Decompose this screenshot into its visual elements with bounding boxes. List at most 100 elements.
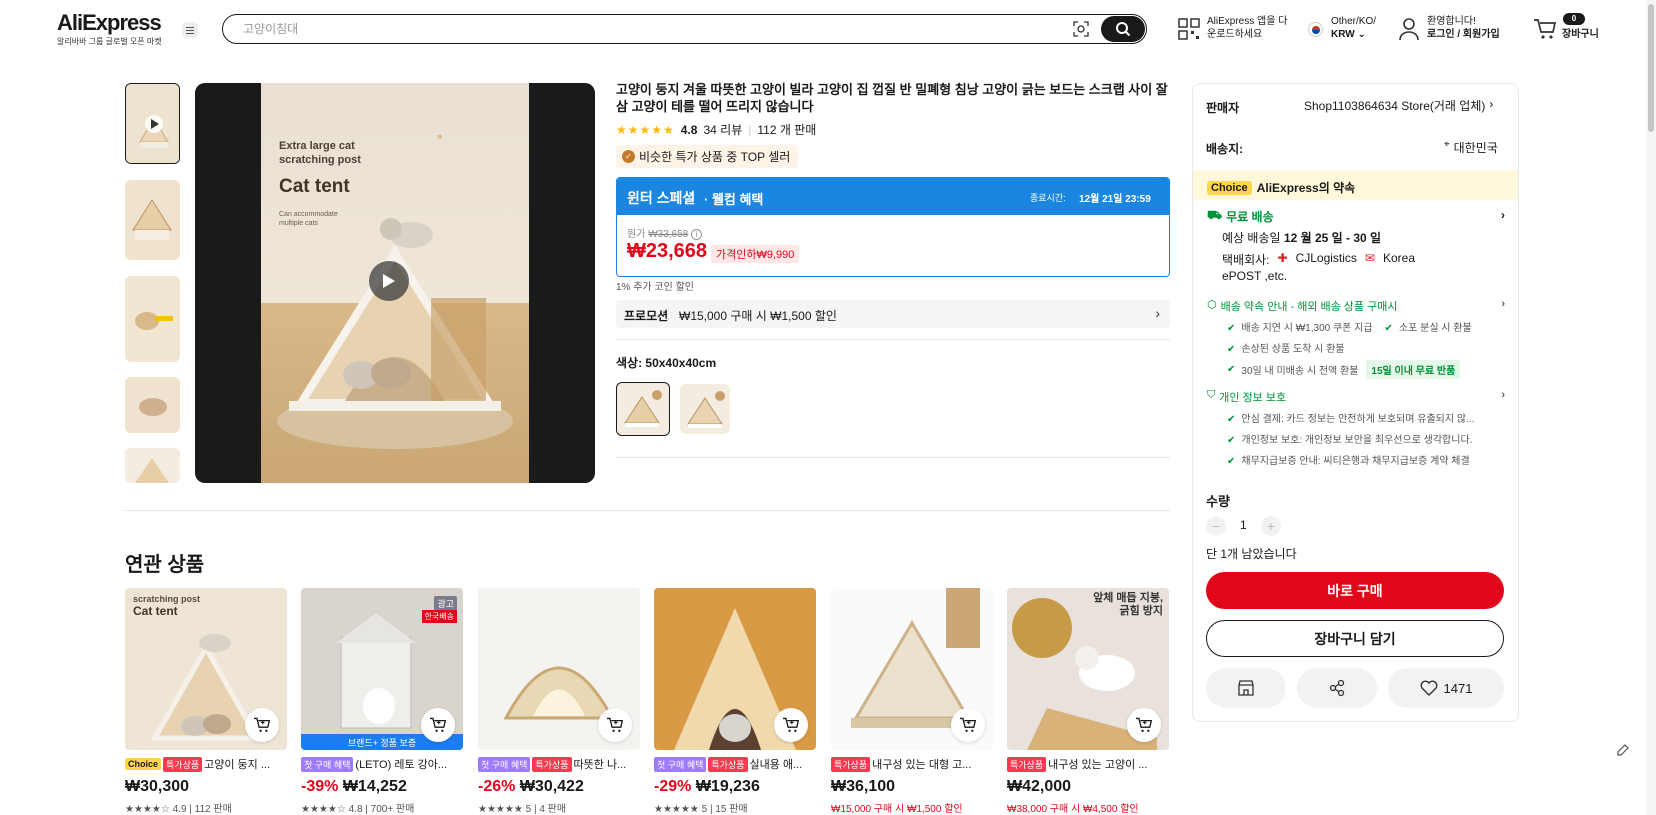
quick-add-cart-button[interactable] bbox=[774, 708, 808, 742]
cat-tent-thumbnail-image bbox=[126, 84, 179, 163]
product-tag: 특가상품 bbox=[163, 756, 203, 772]
product-tag: 특가상품 bbox=[1007, 756, 1047, 772]
add-to-cart-button[interactable]: 장바구니 담기 bbox=[1206, 620, 1504, 657]
top-seller-badge: ✓ 비슷한 특가 상품 중 TOP 셀러 bbox=[616, 145, 799, 168]
quick-add-cart-button[interactable] bbox=[421, 708, 455, 742]
ship-to-label: 배송지: bbox=[1206, 142, 1244, 156]
free-return-badge: 15일 이내 무료 반품 bbox=[1366, 360, 1461, 379]
seller-link[interactable]: Shop1103864634 Store(거래 업체) › bbox=[1304, 97, 1493, 114]
gallery-thumbnail[interactable] bbox=[125, 448, 180, 483]
info-icon[interactable]: i bbox=[691, 229, 702, 240]
edit-pencil-icon[interactable] bbox=[1615, 742, 1631, 758]
privacy-item: ✔ 개인정보 보호: 개인정보 보안을 최우선으로 생각합니다. bbox=[1227, 435, 1473, 446]
ship-destination[interactable]: ⌖ 대한민국 bbox=[1444, 139, 1498, 156]
original-price: ₩33,658 bbox=[648, 229, 689, 240]
product-image[interactable] bbox=[654, 588, 816, 750]
menu-icon[interactable] bbox=[182, 22, 198, 38]
image-search-icon[interactable] bbox=[1072, 20, 1090, 38]
product-tag: Choice bbox=[125, 758, 162, 770]
quantity-label: 수량 bbox=[1206, 494, 1230, 509]
product-title: 고양이 둥지 겨울 따뜻한 고양이 빌라 고양이 집 껍질 반 밀폐형 침낭 고… bbox=[616, 82, 1168, 114]
product-name[interactable]: 첫 구매 혜택 특가상품 따뜻한 나... bbox=[478, 756, 640, 772]
product-name[interactable]: 첫 구매 혜택 특가상품 실내용 애... bbox=[654, 756, 816, 772]
gallery-thumbnail[interactable] bbox=[125, 377, 180, 433]
free-shipping-row[interactable]: ⛟ 무료 배송 › bbox=[1207, 208, 1505, 225]
region-currency-selector[interactable]: Other/KO/ KRW ⌄ bbox=[1331, 15, 1376, 41]
gallery-thumbnail-video[interactable] bbox=[125, 83, 180, 164]
related-product-card[interactable]: scratching post Cat tent Choice 특가상품 고양이 둥지 … bbox=[125, 588, 287, 815]
account-link[interactable]: 환영합니다! 로그인 / 회원가입 bbox=[1427, 15, 1500, 41]
share-button[interactable] bbox=[1297, 668, 1377, 708]
share-icon bbox=[1329, 679, 1345, 697]
product-name[interactable]: 특가상품 내구성 있는 고양이 ... bbox=[1007, 756, 1169, 772]
related-product-card[interactable]: 특가상품 내구성 있는 대형 고... ₩36,100 ₩15,000 구매 시 ₩… bbox=[831, 588, 993, 815]
sold-count: 112 개 판매 bbox=[757, 123, 817, 137]
cart-icon[interactable] bbox=[1533, 18, 1557, 40]
poster-arrow-icon: » bbox=[437, 131, 443, 141]
product-name[interactable]: 특가상품 내구성 있는 대형 고... bbox=[831, 756, 993, 772]
product-image[interactable]: 광고 한국배송 브랜드+ 정품 보증 bbox=[301, 588, 463, 750]
color-option[interactable] bbox=[680, 384, 730, 434]
product-image[interactable]: scratching post Cat tent bbox=[125, 588, 287, 750]
product-image[interactable] bbox=[831, 588, 993, 750]
related-product-card[interactable]: 첫 구매 혜택 특가상품 실내용 애... -29% ₩19,236 ★★★★★ 5 |… bbox=[654, 588, 816, 815]
main-product-video[interactable]: Extra large cat scratching post Cat tent… bbox=[195, 83, 595, 483]
cart-label[interactable]: 장바구니 bbox=[1562, 28, 1599, 41]
quantity-increase-button[interactable]: + bbox=[1261, 516, 1281, 536]
shield-icon: ⛉ bbox=[1207, 389, 1216, 401]
site-header: AliExpress 알리바바 그룹 글로벌 오픈 마켓 고양이침대 AliEx… bbox=[0, 0, 1640, 60]
delivery-promise-row[interactable]: ⬡ 배송 약속 안내 - 해외 배송 상품 구매시 › bbox=[1207, 298, 1505, 314]
gallery-thumbnail[interactable] bbox=[125, 180, 180, 260]
coupon-row[interactable]: 프로모션 ₩15,000 구매 시 ₩1,500 할인 › bbox=[616, 300, 1170, 328]
product-rating-meta: ★★★★☆ 4.9 | 112 판매 bbox=[125, 804, 232, 815]
discount-badge: 가격인하₩9,990 bbox=[711, 245, 800, 263]
product-image[interactable] bbox=[478, 588, 640, 750]
product-name[interactable]: Choice 특가상품 고양이 둥지 ... bbox=[125, 756, 287, 772]
store-button[interactable] bbox=[1206, 668, 1286, 708]
product-image[interactable]: 앞체 매듭 지붕, 긁힘 방지 bbox=[1007, 588, 1169, 750]
review-count[interactable]: 34 리뷰 bbox=[703, 121, 742, 138]
promise-item: ✔ 배송 지연 시 ₩1,300 쿠폰 지급 bbox=[1227, 323, 1373, 334]
rating-row[interactable]: ★★★★★ 4.8 34 리뷰 | 112 개 판매 bbox=[616, 121, 816, 138]
buy-now-button[interactable]: 바로 구매 bbox=[1206, 572, 1504, 609]
promo-end-label: 종료시간: bbox=[1030, 193, 1066, 203]
quick-add-cart-button[interactable] bbox=[598, 708, 632, 742]
gallery-thumbnail[interactable] bbox=[125, 276, 180, 362]
medal-icon: ✓ bbox=[622, 150, 635, 163]
checkmark-icon: ✔ bbox=[1384, 323, 1393, 334]
cj-logo-icon: ✚ bbox=[1277, 251, 1288, 265]
quick-add-cart-button[interactable] bbox=[951, 708, 985, 742]
quantity-decrease-button[interactable]: − bbox=[1206, 516, 1226, 536]
related-product-card[interactable]: 첫 구매 혜택 특가상품 따뜻한 나... -26% ₩30,422 ★★★★★ 5 |… bbox=[478, 588, 640, 815]
delivery-estimate: 예상 배송일 12 월 25 일 - 30 일 bbox=[1222, 231, 1382, 245]
stock-text: 단 1개 남았습니다 bbox=[1206, 547, 1297, 561]
product-price: ₩36,100 bbox=[831, 778, 896, 795]
coin-discount-text: 1% 추가 코인 할인 bbox=[616, 282, 694, 293]
aliexpress-logo[interactable]: AliExpress bbox=[57, 10, 162, 36]
user-icon[interactable] bbox=[1398, 17, 1420, 41]
qr-code-icon[interactable] bbox=[1178, 18, 1200, 40]
promise-item: ✔ 손상된 상품 도착 시 환불 bbox=[1227, 344, 1345, 355]
search-button[interactable] bbox=[1101, 16, 1145, 42]
add-to-cart-icon bbox=[1136, 717, 1153, 732]
korea-post-icon: ✉ bbox=[1364, 251, 1375, 265]
privacy-row[interactable]: ⛉ 개인 정보 보호 › bbox=[1207, 389, 1505, 405]
related-product-card[interactable]: 광고 한국배송 브랜드+ 정품 보증 첫 구매 혜택 (LETO) 레토 강아... -3… bbox=[301, 588, 463, 815]
product-price: -29% ₩19,236 bbox=[654, 778, 760, 795]
quantity-value[interactable]: 1 bbox=[1240, 518, 1247, 532]
related-product-card[interactable]: 앞체 매듭 지붕, 긁힘 방지 특가상품 내구성 있는 고양이 ... ₩42,000… bbox=[1007, 588, 1169, 815]
product-name[interactable]: 첫 구매 혜택 (LETO) 레토 강아... bbox=[301, 756, 463, 772]
color-option-selected[interactable] bbox=[616, 382, 670, 436]
wishlist-button[interactable]: 1471 bbox=[1388, 668, 1504, 708]
play-button[interactable] bbox=[369, 261, 409, 301]
search-input[interactable] bbox=[222, 14, 1147, 44]
korea-flag-icon bbox=[1308, 22, 1323, 37]
original-price-label: 원가 bbox=[627, 229, 646, 240]
quick-add-cart-button[interactable] bbox=[1127, 708, 1161, 742]
scrollbar-thumb[interactable] bbox=[1648, 4, 1654, 132]
play-icon bbox=[383, 274, 395, 288]
app-download-link[interactable]: AliExpress 앱을 다 운로드하세요 bbox=[1207, 15, 1287, 41]
quick-add-cart-button[interactable] bbox=[245, 708, 279, 742]
checkmark-icon: ✔ bbox=[1227, 414, 1236, 425]
heart-icon bbox=[1420, 680, 1437, 696]
